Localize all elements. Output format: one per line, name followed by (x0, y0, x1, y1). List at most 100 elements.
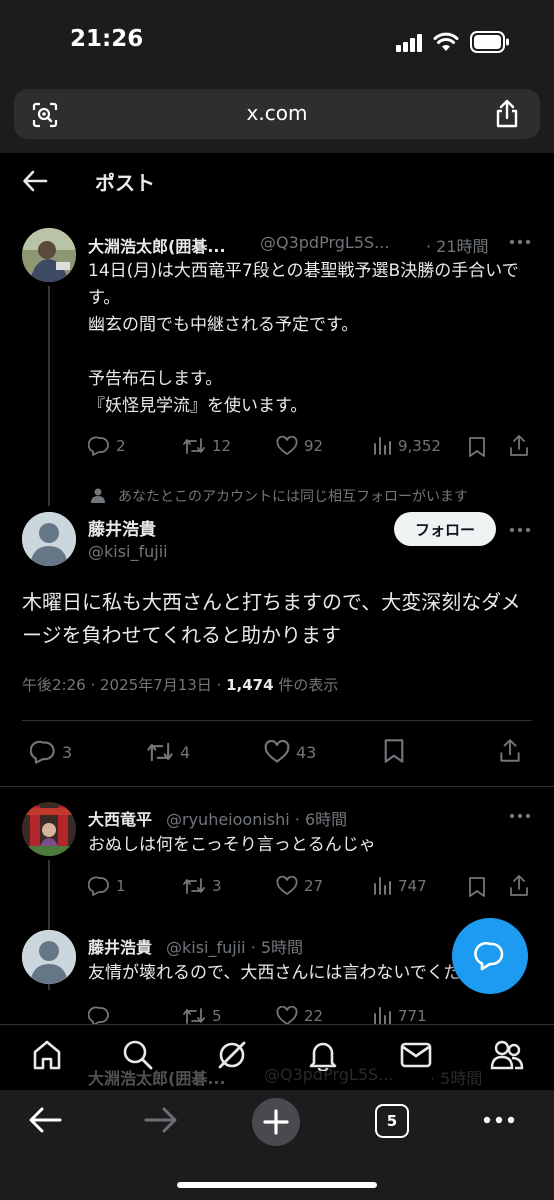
parent-post[interactable]: 大淵浩太郎(囲碁... @Q3pdPrgL5S... · 21時間 14日(月)… (0, 222, 554, 506)
bookmark-icon[interactable] (468, 876, 486, 898)
views-icon (374, 1007, 391, 1024)
like-count: 22 (304, 1007, 324, 1024)
more-icon[interactable] (508, 232, 532, 252)
reply-count: 2 (116, 437, 126, 455)
repost-icon (183, 878, 205, 894)
browser-top-chrome: 21:26 x.com (0, 0, 554, 153)
reply-button[interactable]: 1 (88, 876, 126, 896)
more-icon[interactable] (508, 806, 532, 826)
repost-icon (147, 742, 173, 762)
repost-count: 12 (212, 437, 232, 455)
repost-icon (183, 438, 205, 454)
tab-switcher-button[interactable]: 5 (375, 1104, 409, 1138)
reply-post[interactable]: 大西竜平 @ryuheioonishi · 6時間 おぬしは何をこっそり言っとる… (0, 796, 554, 990)
author-name[interactable]: 藤井浩貴 (88, 934, 152, 958)
heart-icon (276, 1006, 298, 1024)
more-menu-icon[interactable] (482, 1110, 516, 1130)
heart-icon (276, 436, 298, 456)
like-count: 92 (304, 437, 324, 455)
views-button[interactable]: 9,352 (372, 436, 441, 456)
repost-button[interactable]: 5 (182, 1006, 222, 1024)
views-count: 747 (398, 877, 427, 895)
reply-icon (88, 876, 109, 896)
author-handle: @Q3pdPrgL5S... (264, 1065, 394, 1084)
views-button[interactable]: 771 (372, 1006, 427, 1024)
reply-count: 1 (116, 877, 126, 895)
repost-button[interactable]: 3 (182, 876, 222, 896)
share-post-icon[interactable] (508, 874, 530, 898)
browser-back-icon[interactable] (28, 1106, 62, 1134)
reply-button[interactable] (88, 1006, 110, 1024)
url-text[interactable]: x.com (14, 101, 540, 125)
browser-forward-icon[interactable] (144, 1106, 178, 1134)
cellular-signal-icon (396, 34, 424, 52)
compose-reply-button[interactable] (452, 918, 528, 994)
like-button[interactable]: 22 (276, 1006, 323, 1024)
wifi-icon (433, 31, 459, 53)
reply-count: 3 (62, 742, 73, 762)
plus-icon (263, 1109, 289, 1135)
post-timestamp[interactable]: 午後2:26 · 2025年7月13日 · (22, 676, 226, 694)
reply-icon (88, 436, 109, 456)
views-count: 9,352 (398, 437, 441, 455)
share-post-icon[interactable] (498, 738, 522, 764)
address-bar[interactable]: x.com (14, 89, 540, 139)
author-handle[interactable]: @kisi_fujii · 5時間 (166, 934, 303, 958)
share-post-icon[interactable] (508, 434, 530, 458)
home-indicator (177, 1182, 377, 1188)
chat-bubble-icon (474, 940, 506, 972)
views-button[interactable]: 747 (372, 876, 427, 896)
views-count: 1,474 (226, 676, 274, 694)
repost-count: 5 (212, 1007, 222, 1024)
bookmark-icon[interactable] (468, 436, 486, 458)
repost-button[interactable]: 4 (146, 740, 190, 764)
like-button[interactable]: 27 (276, 876, 323, 896)
views-count: 771 (398, 1007, 427, 1024)
follow-button[interactable]: フォロー (394, 512, 496, 546)
author-handle[interactable]: @kisi_fujii (88, 542, 168, 561)
browser-toolbar: 5 (0, 1090, 554, 1200)
back-arrow-icon[interactable] (22, 168, 48, 194)
heart-icon (276, 876, 298, 896)
post-time[interactable]: · 21時間 (426, 233, 489, 257)
avatar[interactable] (22, 802, 76, 856)
battery-icon (470, 31, 510, 53)
share-icon[interactable] (494, 99, 520, 129)
reply-icon (30, 740, 55, 764)
reply-icon (88, 1006, 109, 1024)
author-handle[interactable]: @Q3pdPrgL5S... (260, 233, 389, 252)
repost-count: 4 (180, 742, 191, 762)
like-count: 27 (304, 877, 324, 895)
views-icon (374, 877, 391, 895)
default-avatar[interactable] (22, 512, 76, 566)
post-text: 木曜日に私も大西さんと打ちますので、大変深刻なダメージを負わせてくれると助かりま… (22, 590, 521, 647)
views-label: 件の表示 (273, 676, 339, 694)
reply-button[interactable]: 3 (30, 740, 72, 764)
author-name[interactable]: 藤井浩貴 (88, 515, 156, 540)
more-icon[interactable] (508, 520, 532, 540)
thread-line (48, 286, 50, 506)
divider (22, 720, 532, 721)
repost-icon (183, 1008, 205, 1024)
avatar[interactable] (22, 228, 76, 282)
post-meta: 午後2:26 · 2025年7月13日 · 1,474 件の表示 (22, 674, 338, 695)
main-post: 藤井浩貴 @kisi_fujii フォロー 木曜日に私も大西さんと打ちますので、… (0, 508, 554, 788)
author-name[interactable]: 大西竜平 (88, 806, 152, 830)
like-button[interactable]: 92 (276, 436, 323, 456)
post-text: おぬしは何をこっそり言っとるんじゃ (88, 835, 376, 855)
author-handle[interactable]: @ryuheioonishi · 6時間 (166, 806, 347, 830)
reply-button[interactable]: 2 (88, 436, 126, 456)
repost-button[interactable]: 12 (182, 436, 231, 456)
person-icon (90, 487, 106, 503)
repost-count: 3 (212, 877, 222, 895)
like-button[interactable]: 43 (264, 740, 316, 764)
status-time: 21:26 (70, 26, 144, 52)
post-text: 14日(月)は大西竜平7段との碁聖戦予選B決勝の手合いです。 幽玄の間でも中継さ… (88, 261, 519, 416)
author-name[interactable]: 大淵浩太郎(囲碁... (88, 233, 226, 257)
page-title: ポスト (95, 171, 155, 195)
new-tab-button[interactable] (252, 1098, 300, 1146)
bookmark-icon[interactable] (383, 738, 405, 764)
divider (0, 786, 554, 787)
default-avatar[interactable] (22, 930, 76, 984)
views-icon (374, 437, 391, 455)
